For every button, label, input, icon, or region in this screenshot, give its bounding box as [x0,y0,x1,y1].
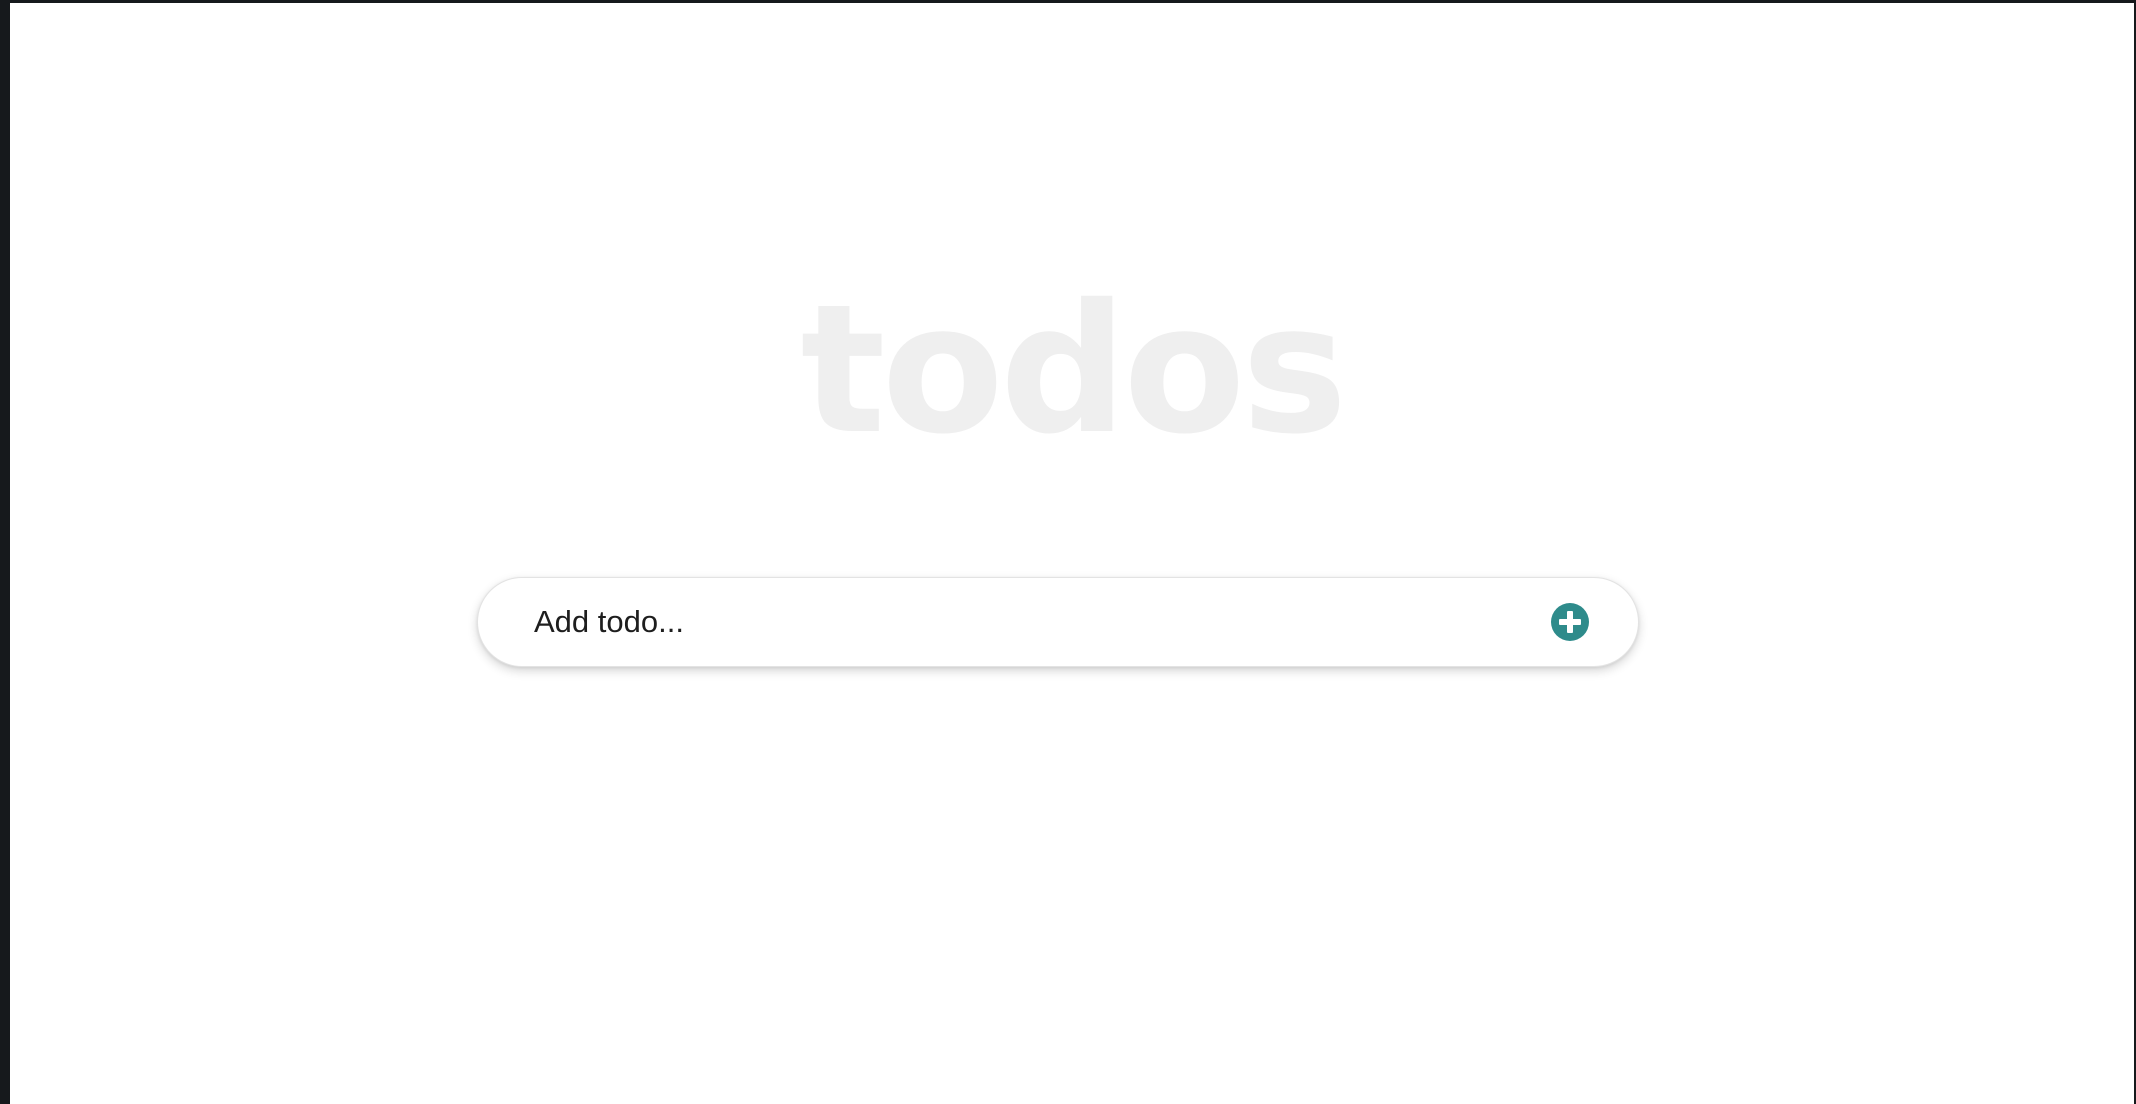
app-title: todos [800,266,1347,473]
add-todo-form [477,577,1639,667]
add-todo-input[interactable] [534,578,1494,666]
plus-circle-icon [1551,603,1589,641]
add-todo-button[interactable] [1550,602,1590,642]
app-page: todos [10,3,2134,1104]
